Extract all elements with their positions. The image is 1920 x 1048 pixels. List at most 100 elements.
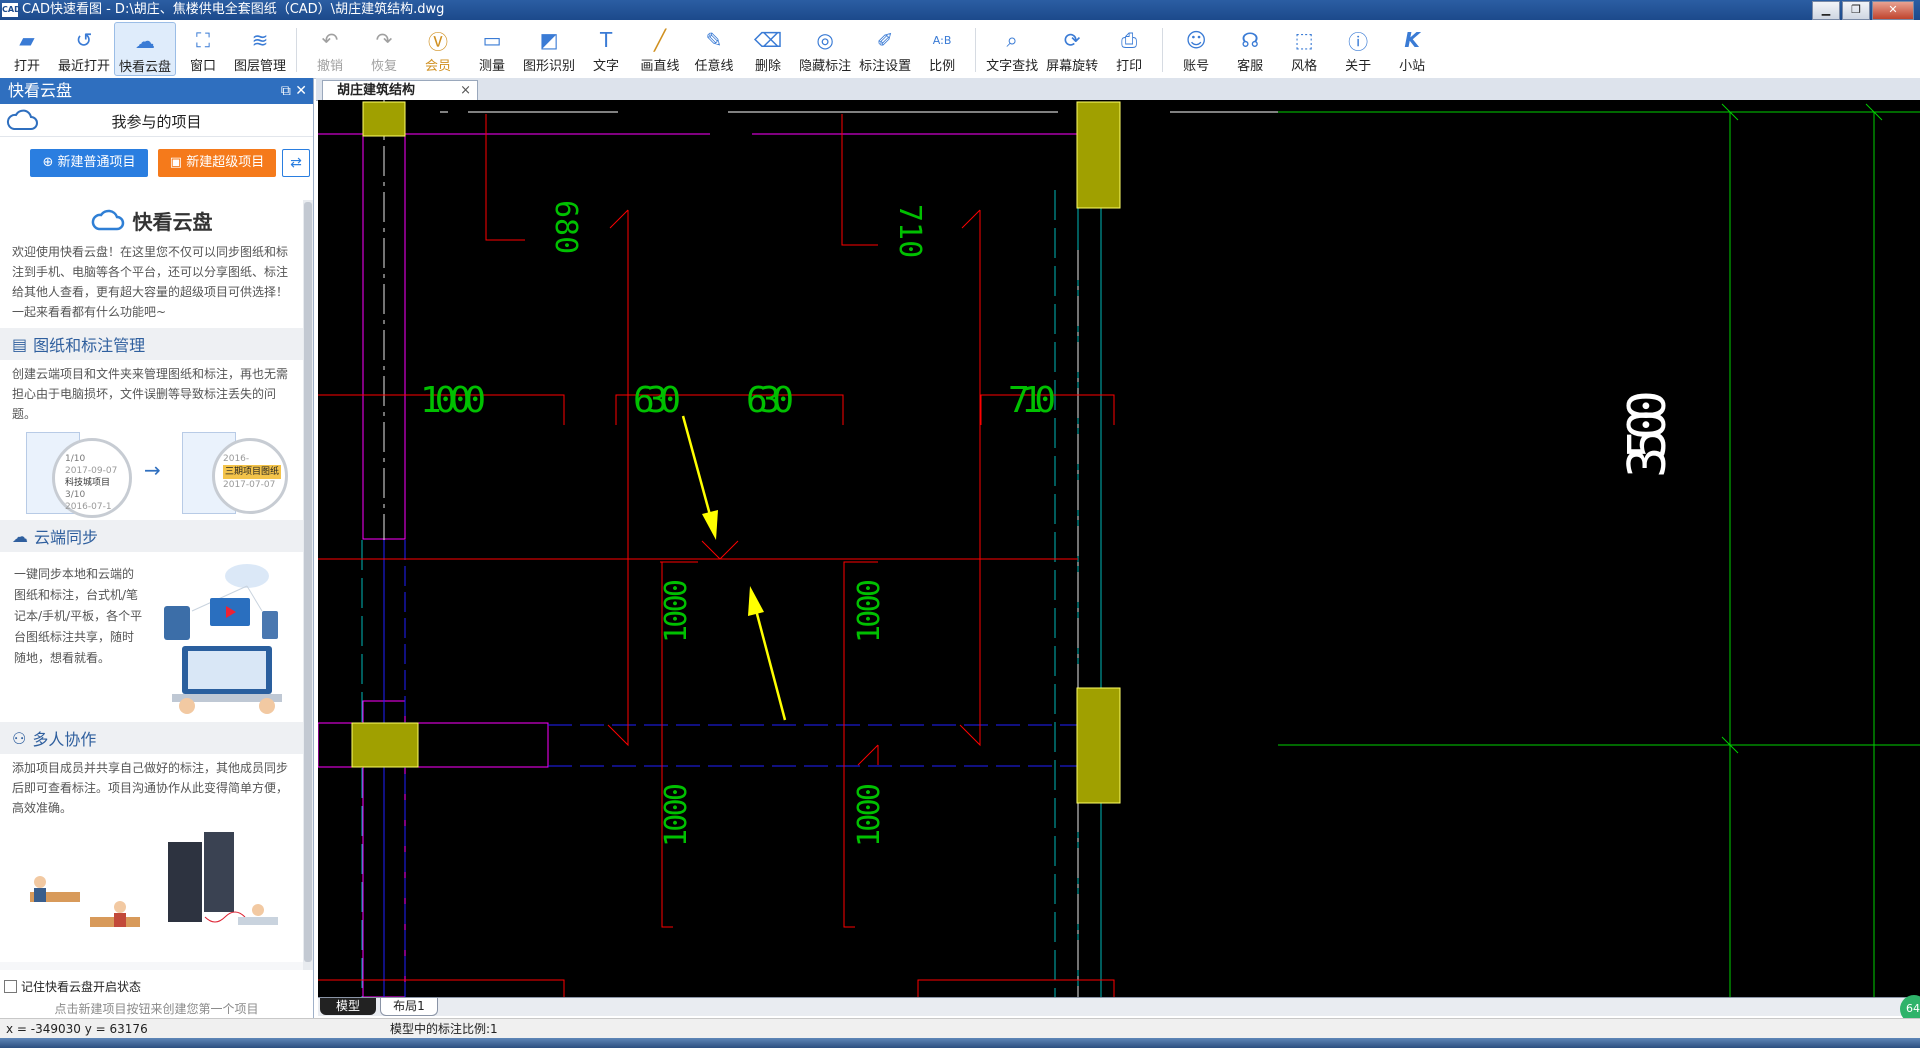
restore-icon[interactable]: ❐ bbox=[1842, 1, 1870, 20]
layer-manager-button[interactable]: ≋ 图层管理 bbox=[230, 22, 290, 76]
project-buttons: ⊕ 新建普通项目 ▣ 新建超级项目 ⇄ bbox=[0, 137, 313, 187]
text-search-button[interactable]: ⌕ 文字查找 bbox=[982, 22, 1042, 76]
users-icon: ⚇ bbox=[12, 728, 27, 748]
style-icon: ⬚ bbox=[1294, 28, 1314, 52]
os-taskbar bbox=[0, 1038, 1920, 1048]
delete-button[interactable]: ⌫ 删除 bbox=[741, 22, 795, 76]
management-illustration: 1/10 2017-09-07 科技城项目 3/10 2016-07-1 → 2… bbox=[0, 428, 303, 520]
window-button[interactable]: ⛶ 窗口 bbox=[176, 22, 230, 76]
dim-630-right: 630 bbox=[746, 380, 794, 421]
toolbar-divider bbox=[1162, 28, 1164, 72]
dim-630-left: 630 bbox=[633, 380, 681, 421]
dim-710-mid: 710 bbox=[1008, 380, 1056, 421]
panel-scrollbar[interactable] bbox=[303, 200, 313, 970]
annotation-arrow-down[interactable] bbox=[681, 415, 718, 540]
account-icon: ☺ bbox=[1185, 28, 1207, 52]
window-title: CAD快速看图 - D:\胡庄、焦楼供电全套图纸（CAD）\胡庄建筑结构.dwg bbox=[22, 2, 445, 17]
draw-line-button[interactable]: ╱ 画直线 bbox=[633, 22, 687, 76]
annotation-settings-button[interactable]: ✐ 标注设置 bbox=[855, 22, 915, 76]
cloud-disk-button[interactable]: ☁ 快看云盘 bbox=[114, 22, 177, 76]
close-tab-icon[interactable]: × bbox=[460, 81, 471, 101]
brand-name: 快看云盘 bbox=[132, 209, 213, 234]
rotate-screen-button[interactable]: ⟳ 屏幕旋转 bbox=[1042, 22, 1102, 76]
station-button[interactable]: K 小站 bbox=[1385, 22, 1439, 76]
new-super-project-button[interactable]: ▣ 新建超级项目 bbox=[158, 149, 276, 177]
cloud-icon: ☁ bbox=[135, 29, 156, 53]
text-icon: T bbox=[599, 28, 613, 52]
dim-710-top: 710 bbox=[892, 204, 927, 258]
section-title-management: ▤ 图纸和标注管理 bbox=[0, 328, 303, 360]
dim-680: 680 bbox=[548, 200, 583, 254]
undo-icon: ↶ bbox=[321, 28, 339, 52]
scale-button[interactable]: A:B 比例 bbox=[915, 22, 969, 76]
close-icon[interactable]: ✕ bbox=[1872, 1, 1914, 20]
text-search-icon: ⌕ bbox=[1006, 28, 1018, 52]
freehand-button[interactable]: ✎ 任意线 bbox=[687, 22, 741, 76]
toolbar-divider bbox=[975, 28, 977, 72]
layers-icon: ≋ bbox=[251, 28, 269, 52]
document-icon: ▣ bbox=[169, 155, 187, 170]
my-projects-label: 我参与的项目 bbox=[111, 113, 202, 131]
line-icon: ╱ bbox=[654, 28, 667, 52]
measure-button[interactable]: ▭ 测量 bbox=[465, 22, 519, 76]
document-tab[interactable]: 胡庄建筑结构 × bbox=[322, 80, 478, 100]
redo-button[interactable]: ↷ 恢复 bbox=[357, 22, 411, 76]
customer-service-button[interactable]: ☊ 客服 bbox=[1223, 22, 1277, 76]
station-k-icon: K bbox=[1404, 28, 1420, 52]
toolbar-divider bbox=[296, 28, 298, 72]
magnifier-left: 1/10 2017-09-07 科技城项目 3/10 2016-07-1 bbox=[52, 438, 132, 518]
my-projects-row[interactable]: 我参与的项目 bbox=[0, 104, 313, 137]
sync-icon[interactable]: ⇄ bbox=[282, 149, 310, 177]
dim-1000-v1: 1000 bbox=[659, 579, 694, 643]
status-bar: x = -349030 y = 63176 模型中的标注比例:1 bbox=[0, 1018, 1920, 1039]
vip-button[interactable]: Ⓥ 会员 bbox=[411, 22, 465, 76]
freehand-icon: ✎ bbox=[705, 28, 723, 52]
intro-content: 快看云盘 欢迎使用快看云盘！在这里您不仅可以同步图纸和标注到手机、电脑等各个平台… bbox=[0, 200, 303, 970]
new-normal-project-button[interactable]: ⊕ 新建普通项目 bbox=[30, 149, 148, 177]
redo-icon: ↷ bbox=[375, 28, 393, 52]
drawing-svg: 680 710 1000 630 630 710 1000 1000 1000 … bbox=[318, 100, 1920, 997]
create-project-hint: 点击新建项目按钮来创建您第一个项目 bbox=[54, 1002, 259, 1016]
tab-layout1[interactable]: 布局1 bbox=[380, 998, 438, 1016]
dim-3500: 3500 bbox=[1618, 390, 1678, 478]
devices-illustration bbox=[164, 564, 282, 714]
annotation-arrow-up[interactable] bbox=[748, 586, 787, 721]
dim-1000-v2: 1000 bbox=[852, 579, 887, 643]
section-text-collaboration: 添加项目成员并共享自己做好的标注，其他成员同步后即可查看标注。项目沟通协作从此变… bbox=[0, 754, 303, 822]
cad-drawing-canvas[interactable]: 680 710 1000 630 630 710 1000 1000 1000 … bbox=[318, 100, 1920, 997]
cloud-disk-panel: 快看云盘 ⧉ ✕ 我参与的项目 ⊕ 新建普通项目 ▣ 新建超级项目 ⇄ 快看云盘… bbox=[0, 78, 314, 1018]
checkbox-box[interactable] bbox=[4, 980, 17, 993]
float-panel-icon[interactable]: ⧉ bbox=[281, 83, 291, 99]
sync-section: 一键同步本地和云端的图纸和标注，台式机/笔记本/手机/平板，各个平台图纸标注共享… bbox=[0, 552, 303, 722]
scrollbar-thumb[interactable] bbox=[304, 202, 312, 962]
open-button[interactable]: ▰ 打开 bbox=[0, 22, 54, 76]
print-button[interactable]: ⎙ 打印 bbox=[1102, 22, 1156, 76]
remember-state-checkbox[interactable]: 记住快看云盘开启状态 bbox=[4, 978, 141, 995]
minimize-icon[interactable]: ▁ bbox=[1812, 1, 1840, 20]
window-icon: ⛶ bbox=[196, 28, 211, 52]
app-icon: CAD bbox=[2, 3, 21, 17]
main-toolbar: ▰ 打开 ↺ 最近打开 ☁ 快看云盘 ⛶ 窗口 ≋ 图层管理 ↶ 撤销 ↷ 恢复 Ⓥ 会员 ▭ 测… bbox=[0, 20, 1920, 79]
style-button[interactable]: ⬚ 风格 bbox=[1277, 22, 1331, 76]
recent-button[interactable]: ↺ 最近打开 bbox=[54, 22, 114, 76]
shape-recognition-button[interactable]: ◩ 图形识别 bbox=[519, 22, 579, 76]
close-panel-icon[interactable]: ✕ bbox=[295, 83, 307, 99]
team-server-illustration bbox=[30, 832, 278, 927]
arrow-right-icon: → bbox=[144, 458, 161, 482]
dim-1000-v4: 1000 bbox=[852, 783, 887, 847]
section-text-management: 创建云端项目和文件夹来管理图纸和标注，再也无需担心由于电脑损坏，文件误删等导致标… bbox=[0, 360, 303, 428]
panel-header: 快看云盘 ⧉ ✕ bbox=[0, 78, 313, 104]
brand-header: 快看云盘 bbox=[0, 200, 303, 240]
account-button[interactable]: ☺ 账号 bbox=[1169, 22, 1223, 76]
panel-controls: ⧉ ✕ bbox=[281, 78, 307, 104]
annotation-settings-icon: ✐ bbox=[876, 28, 894, 52]
ruler-icon: ▭ bbox=[482, 28, 502, 52]
undo-button[interactable]: ↶ 撤销 bbox=[303, 22, 357, 76]
vip-icon: Ⓥ bbox=[428, 29, 449, 54]
about-button[interactable]: ⓘ 关于 bbox=[1331, 22, 1385, 76]
history-icon: ↺ bbox=[75, 28, 93, 52]
text-button[interactable]: T 文字 bbox=[579, 22, 633, 76]
hide-annotation-button[interactable]: ◎ 隐藏标注 bbox=[795, 22, 855, 76]
printer-icon: ⎙ bbox=[1121, 28, 1138, 52]
tab-model[interactable]: 模型 bbox=[320, 998, 376, 1015]
